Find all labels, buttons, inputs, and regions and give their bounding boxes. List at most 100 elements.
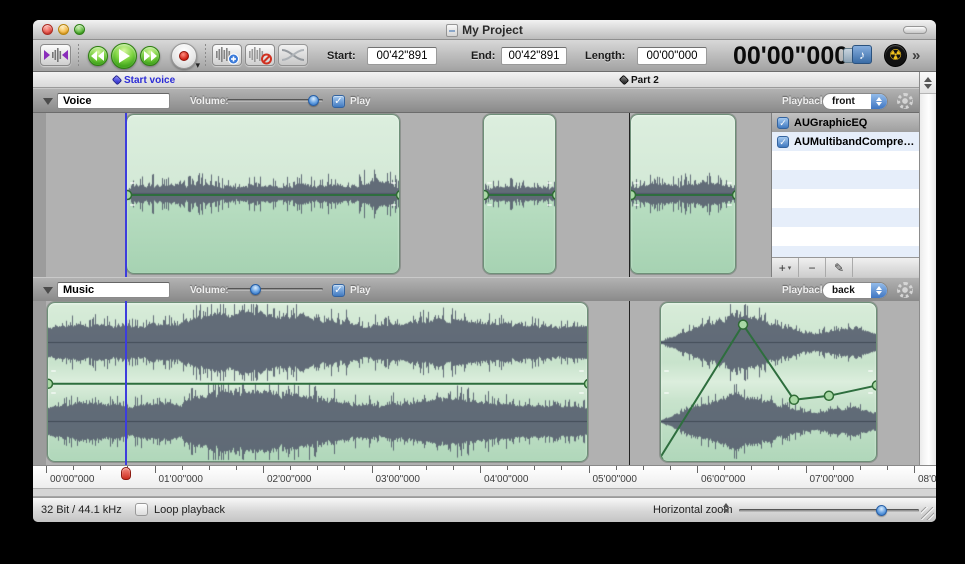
ruler-time-label: 04'00"000 — [484, 474, 528, 485]
window-resize-grip[interactable] — [921, 507, 934, 520]
ruler-major-tick — [46, 466, 47, 473]
ruler-minor-tick — [643, 466, 644, 470]
disclosure-triangle-icon[interactable] — [43, 287, 53, 294]
dropdown-stepper-icon — [871, 283, 887, 298]
add-audio-button[interactable] — [212, 44, 242, 66]
play-label: Play — [350, 285, 371, 296]
audio-clip[interactable] — [630, 114, 736, 274]
track-settings-gear-icon[interactable] — [897, 282, 913, 298]
edit-effect-button[interactable]: ✎ — [826, 258, 853, 277]
zoom-stepper[interactable] — [723, 503, 729, 513]
audio-clip[interactable] — [483, 114, 556, 274]
toolbar: ▾ — [33, 40, 936, 72]
play-checkbox[interactable]: ✓ — [332, 284, 345, 297]
audio-clip[interactable] — [126, 114, 400, 274]
end-field[interactable]: 00'42"891 — [501, 47, 567, 65]
burn-button[interactable]: ☢ — [884, 44, 907, 67]
remove-effect-button[interactable]: − — [799, 258, 826, 277]
volume-envelope[interactable] — [484, 115, 556, 274]
vertical-scrollbar[interactable] — [919, 72, 936, 465]
add-effect-button[interactable]: + ▾ — [772, 258, 799, 277]
scroll-down-arrow-icon[interactable] — [924, 84, 932, 89]
volume-envelope[interactable] — [48, 303, 588, 462]
audio-clip[interactable] — [47, 302, 588, 462]
minus-icon: − — [808, 261, 815, 275]
envelope-handle[interactable] — [585, 379, 589, 388]
playback-dropdown[interactable]: back — [822, 282, 888, 299]
volume-slider[interactable] — [227, 95, 323, 106]
volume-envelope[interactable] — [661, 303, 877, 462]
envelope-handle[interactable] — [872, 381, 877, 390]
record-button[interactable]: ▾ — [171, 43, 197, 69]
fast-forward-button[interactable] — [140, 46, 160, 66]
ruler-minor-tick — [426, 466, 427, 470]
crossfade-icon — [280, 47, 306, 63]
track-name-field[interactable]: Music — [57, 282, 170, 298]
envelope-handle[interactable] — [397, 191, 401, 200]
record-menu-caret-icon[interactable]: ▾ — [195, 60, 200, 71]
trim-selection-button[interactable] — [40, 44, 71, 66]
music-track-area[interactable] — [33, 301, 919, 465]
play-icon — [118, 49, 130, 63]
playhead-line[interactable] — [125, 301, 127, 465]
crossfade-button[interactable] — [278, 44, 308, 66]
delete-audio-button[interactable] — [245, 44, 275, 66]
scroll-up-arrow-icon[interactable] — [924, 77, 932, 82]
timeline-ruler[interactable]: 00'00"00001'00"00002'00"00003'00"00004'0… — [33, 465, 936, 489]
envelope-handle[interactable] — [790, 395, 799, 404]
rewind-button[interactable] — [88, 46, 108, 66]
disclosure-triangle-icon[interactable] — [43, 98, 53, 105]
play-label: Play — [350, 96, 371, 107]
volume-envelope[interactable] — [127, 115, 400, 274]
stepper-up-icon[interactable] — [723, 503, 729, 507]
loop-playback-checkbox[interactable] — [135, 503, 148, 516]
playhead-pin[interactable] — [121, 467, 131, 480]
audio-clip[interactable] — [660, 302, 877, 462]
slider-knob[interactable] — [308, 95, 319, 106]
envelope-handle[interactable] — [47, 379, 53, 388]
timeline-marker[interactable]: Start voice — [113, 73, 175, 87]
dropdown-stepper-icon — [871, 94, 887, 109]
rewind-icon — [91, 51, 105, 61]
envelope-handle[interactable] — [824, 391, 833, 400]
slider-knob[interactable] — [876, 505, 887, 516]
length-label: Length: — [585, 50, 625, 62]
marker-gem-icon — [619, 75, 629, 85]
envelope-handle[interactable] — [733, 191, 737, 200]
pencil-icon: ✎ — [834, 261, 844, 275]
media-browser-button[interactable]: ♪ — [843, 44, 877, 68]
envelope-handle[interactable] — [553, 191, 557, 200]
voice-track-area[interactable]: ✓ AUGraphicEQ ✓AUMultibandCompre… + ▾ − ✎ — [33, 113, 919, 277]
effect-row[interactable]: ✓ AUGraphicEQ — [772, 113, 919, 132]
playback-value: back — [832, 285, 855, 296]
play-button[interactable] — [111, 43, 137, 69]
effect-enabled-checkbox[interactable]: ✓ — [777, 136, 789, 148]
playhead-line[interactable] — [125, 113, 127, 277]
ruler-major-tick — [372, 466, 373, 473]
timeline-marker[interactable]: Part 2 — [620, 73, 659, 87]
ruler-minor-tick — [670, 466, 671, 470]
length-field[interactable]: 00'00"000 — [637, 47, 707, 65]
horizontal-zoom-slider[interactable] — [739, 505, 919, 516]
marker-line — [629, 113, 630, 277]
toolbar-overflow-chevrons[interactable]: » — [912, 47, 920, 64]
track-settings-gear-icon[interactable] — [897, 93, 913, 109]
envelope-handle[interactable] — [739, 320, 748, 329]
envelope-handle[interactable] — [630, 191, 636, 200]
effect-name: AUGraphicEQ — [794, 117, 867, 129]
start-field[interactable]: 00'42"891 — [367, 47, 437, 65]
scroll-arrows[interactable] — [920, 72, 936, 94]
stepper-down-icon[interactable] — [723, 509, 729, 513]
toolbar-toggle-pill-button[interactable] — [903, 26, 927, 34]
effect-row[interactable]: ✓AUMultibandCompre… — [772, 132, 919, 151]
playback-dropdown[interactable]: front — [822, 93, 888, 110]
slider-knob[interactable] — [250, 284, 261, 295]
effect-enabled-checkbox[interactable]: ✓ — [777, 117, 789, 129]
marker-bar[interactable]: Start voice Part 2 — [33, 72, 919, 88]
play-checkbox[interactable]: ✓ — [332, 95, 345, 108]
envelope-handle[interactable] — [660, 456, 663, 462]
volume-envelope[interactable] — [631, 115, 736, 274]
track-name-field[interactable]: Voice — [57, 93, 170, 109]
envelope-handle[interactable] — [483, 191, 489, 200]
volume-slider[interactable] — [227, 284, 323, 295]
